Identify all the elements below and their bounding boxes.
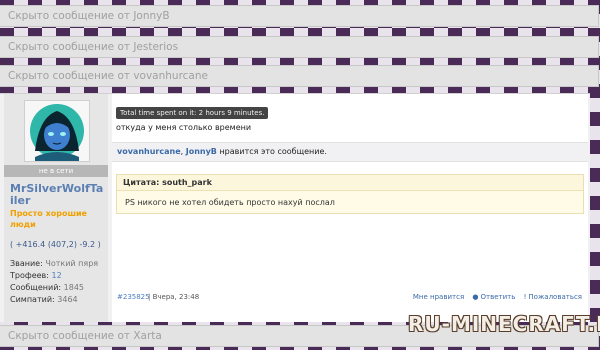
report-button[interactable]: Пожаловаться [528, 293, 582, 301]
post-number-link[interactable]: #235825 [117, 293, 150, 301]
username-link[interactable]: MrSilverWolfTailer [10, 183, 106, 207]
reply-icon[interactable]: ● [472, 293, 478, 301]
post: не в сети MrSilverWolfTailer Просто хоро… [0, 93, 590, 322]
hidden-post-label: Скрыто сообщение от vovanhurcane [8, 70, 208, 82]
stat-value: 3464 [57, 295, 78, 304]
hidden-post-label: Скрыто сообщение от Jesterios [8, 41, 179, 53]
stat-value: Чоткий пяря [45, 259, 99, 268]
hidden-post-bar[interactable]: Скрыто сообщение от Jesterios [0, 36, 599, 58]
stat-row: Звание: Чоткий пяря [10, 258, 110, 270]
stat-label: Трофеев: [10, 271, 49, 280]
stat-label: Звание: [10, 259, 43, 268]
hidden-post-bar[interactable]: Скрыто сообщение от vovanhurcane [0, 65, 599, 87]
post-content: Total time spent on it: 2 hours 9 minute… [112, 94, 588, 322]
report-icon[interactable]: ! [524, 293, 527, 301]
quote-block: Цитата: south_park PS никого не хотел об… [116, 174, 584, 214]
user-info-pane: не в сети MrSilverWolfTailer Просто хоро… [4, 94, 108, 322]
hidden-post-label: Скрыто сообщение от Xarta [8, 330, 162, 342]
stat-row: Трофеев: 12 [10, 270, 110, 282]
trophies-link[interactable]: 12 [52, 271, 62, 280]
quote-header[interactable]: Цитата: south_park [117, 175, 583, 191]
quote-text: PS никого не хотел обидеть просто нахуй … [125, 198, 335, 207]
post-message: откуда у меня столько времени [116, 123, 252, 132]
post-actions: Мне нравится ● Ответить ! Пожаловаться [407, 293, 582, 301]
post-date: | Вчера, 23:48 [148, 293, 200, 301]
user-title: Просто хорошие люди [10, 209, 87, 229]
stat-label: Сообщений: [10, 283, 62, 292]
quote-author: Цитата: south_park [123, 178, 212, 187]
avatar[interactable] [24, 100, 90, 162]
user-stats: Звание: Чоткий пяря Трофеев: 12 Сообщени… [10, 258, 110, 306]
stat-label: Симпатий: [10, 295, 55, 304]
like-button[interactable]: Мне нравится [413, 293, 464, 301]
stat-row: Сообщений: 1845 [10, 282, 110, 294]
reputation: ( +416.4 (407,2) -9.2 ) [10, 240, 101, 249]
liker-link[interactable]: JonnyB [186, 147, 217, 156]
stat-row: Симпатий: 3464 [10, 294, 110, 306]
time-spent-badge: Total time spent on it: 2 hours 9 minute… [116, 107, 269, 119]
stat-value: 1845 [63, 283, 84, 292]
hidden-post-label: Скрыто сообщение от JonnyB [8, 10, 170, 22]
hidden-post-bar[interactable]: Скрыто сообщение от JonnyB [0, 5, 599, 27]
likes-summary: vovanhurcane, JonnyB нравится это сообще… [112, 142, 588, 162]
likes-suffix: нравится это сообщение. [216, 147, 327, 156]
site-watermark: RU-MINECRAFT.RU [408, 312, 600, 336]
post-footer: #235825 | Вчера, 23:48 Мне нравится ● Отв… [112, 293, 588, 305]
status-badge: не в сети [4, 165, 108, 177]
thread-page: Скрыто сообщение от JonnyB Скрыто сообще… [0, 0, 600, 350]
reply-button[interactable]: Ответить [481, 293, 516, 301]
liker-link[interactable]: vovanhurcane [117, 147, 181, 156]
